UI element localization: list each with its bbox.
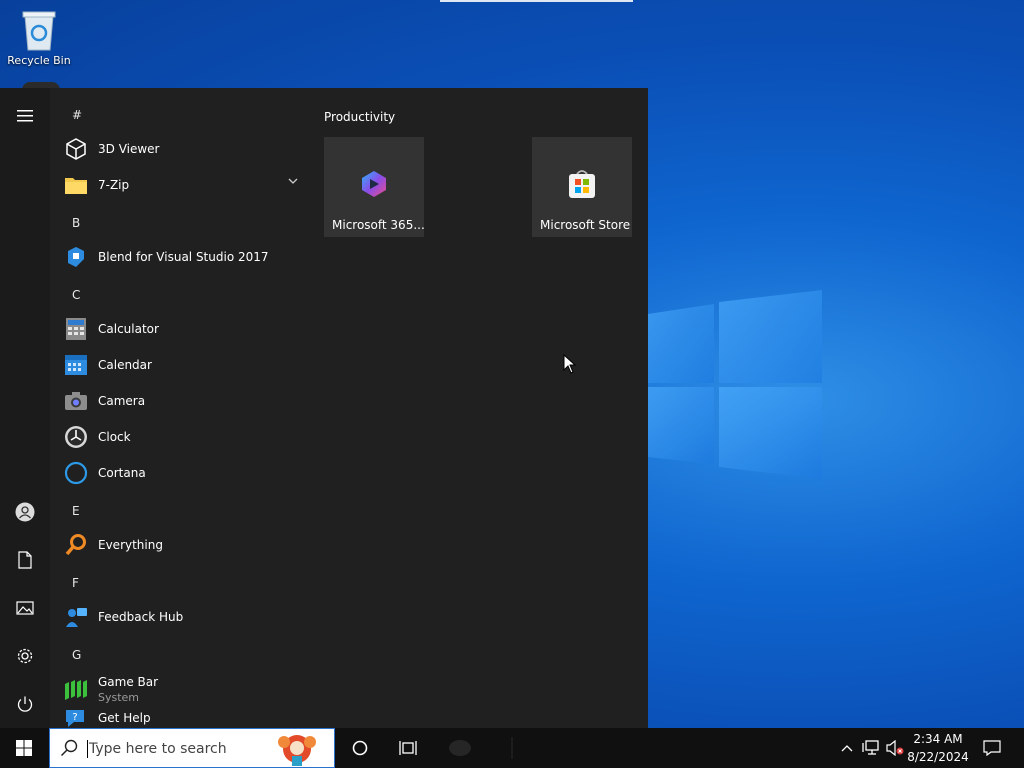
tile-microsoft-store[interactable]: Microsoft Store bbox=[532, 137, 632, 237]
app-calculator[interactable]: Calculator bbox=[60, 311, 310, 347]
hamburger-menu-icon bbox=[17, 110, 33, 122]
calculator-icon bbox=[62, 315, 90, 343]
tile-group-title: Productivity bbox=[324, 110, 396, 124]
settings-button[interactable] bbox=[0, 636, 50, 676]
app-cortana[interactable]: Cortana bbox=[60, 455, 310, 491]
pictures-icon bbox=[16, 601, 34, 615]
svg-text:?: ? bbox=[72, 712, 77, 723]
app-clock[interactable]: Clock bbox=[60, 419, 310, 455]
cortana-button[interactable] bbox=[336, 728, 384, 768]
section-header-f[interactable]: F bbox=[72, 576, 79, 590]
microsoft-365-icon bbox=[356, 166, 392, 202]
calendar-icon bbox=[62, 351, 90, 379]
pinned-app-button-2[interactable] bbox=[488, 728, 536, 768]
search-highlight-doodle-icon bbox=[278, 735, 316, 766]
app-calendar[interactable]: Calendar bbox=[60, 347, 310, 383]
action-center-button[interactable] bbox=[978, 728, 1006, 768]
chevron-down-icon[interactable] bbox=[288, 178, 298, 184]
app-7-zip[interactable]: 7-Zip bbox=[60, 167, 310, 203]
tiles-area: Productivity Microsoft 365... Microsoft … bbox=[324, 88, 644, 728]
start-button[interactable] bbox=[0, 728, 48, 768]
app-label: Cortana bbox=[98, 466, 146, 480]
network-icon bbox=[862, 740, 879, 755]
power-button[interactable] bbox=[0, 684, 50, 724]
window-edge-highlight bbox=[440, 0, 633, 2]
clock-time: 2:34 AM bbox=[913, 732, 963, 746]
user-account-icon bbox=[15, 502, 35, 522]
section-header-g[interactable]: G bbox=[72, 648, 81, 662]
cortana-icon bbox=[62, 459, 90, 487]
taskbar-search-box[interactable]: Type here to search bbox=[49, 728, 335, 768]
app-label: Feedback Hub bbox=[98, 610, 184, 624]
task-view-button[interactable] bbox=[384, 728, 432, 768]
task-view-icon bbox=[399, 741, 417, 755]
text-cursor bbox=[87, 740, 88, 758]
section-header-b[interactable]: B bbox=[72, 216, 80, 230]
notification-icon bbox=[983, 740, 1001, 756]
network-button[interactable] bbox=[860, 728, 882, 768]
section-header-c[interactable]: C bbox=[72, 288, 80, 302]
section-header-e[interactable]: E bbox=[72, 504, 80, 518]
pinned-app-icon-2 bbox=[511, 737, 513, 759]
camera-icon bbox=[62, 387, 90, 415]
game-bar-icon bbox=[62, 675, 90, 703]
search-icon bbox=[60, 739, 78, 757]
app-label: Calculator bbox=[98, 322, 159, 336]
start-windows-icon bbox=[16, 740, 32, 756]
pinned-app-icon bbox=[449, 740, 471, 756]
app-label: Camera bbox=[98, 394, 146, 408]
recycle-bin-desktop-icon[interactable]: Recycle Bin bbox=[4, 6, 74, 67]
feedback-hub-icon bbox=[62, 603, 90, 631]
app-feedback-hub[interactable]: Feedback Hub bbox=[60, 599, 310, 635]
app-label: Clock bbox=[98, 430, 131, 444]
expand-menu-button[interactable] bbox=[0, 96, 50, 136]
user-account-button[interactable] bbox=[0, 492, 50, 532]
app-list: # 3D Viewer 7-Zip B Blend for Visual Stu… bbox=[50, 88, 310, 728]
taskbar: Type here to search 2:34 AM 8/22/2024 bbox=[0, 728, 1024, 768]
documents-button[interactable] bbox=[0, 540, 50, 580]
clock-date: 8/22/2024 bbox=[907, 750, 969, 764]
app-label: Everything bbox=[98, 538, 163, 552]
settings-icon bbox=[17, 648, 33, 664]
start-menu: # 3D Viewer 7-Zip B Blend for Visual Stu… bbox=[0, 88, 648, 728]
app-label: 3D Viewer bbox=[98, 142, 160, 156]
app-label: 7-Zip bbox=[98, 178, 130, 192]
section-header-hash[interactable]: # bbox=[72, 108, 82, 122]
mouse-pointer-icon bbox=[563, 354, 577, 374]
documents-icon bbox=[18, 551, 32, 569]
search-placeholder: Type here to search bbox=[89, 741, 227, 757]
app-label: Calendar bbox=[98, 358, 152, 372]
power-icon bbox=[17, 696, 33, 712]
app-blend-for-visual-studio[interactable]: Blend for Visual Studio 2017 bbox=[60, 239, 310, 275]
app-label: Get Help bbox=[98, 711, 151, 725]
app-get-help[interactable]: ? Get Help bbox=[60, 700, 310, 728]
app-name: Game Bar bbox=[98, 674, 159, 689]
blend-icon bbox=[62, 243, 90, 271]
show-hidden-icons-button[interactable] bbox=[838, 728, 856, 768]
recycle-bin-icon bbox=[22, 11, 56, 51]
tile-label: Microsoft Store bbox=[540, 218, 631, 232]
folder-icon bbox=[62, 171, 90, 199]
tile-microsoft-365[interactable]: Microsoft 365... bbox=[324, 137, 425, 237]
app-3d-viewer[interactable]: 3D Viewer bbox=[60, 131, 310, 167]
pictures-button[interactable] bbox=[0, 588, 50, 628]
start-menu-rail bbox=[0, 88, 50, 728]
pinned-app-button[interactable] bbox=[436, 728, 484, 768]
app-everything[interactable]: Everything bbox=[60, 527, 310, 563]
get-help-icon: ? bbox=[62, 704, 90, 728]
magnifier-icon bbox=[62, 531, 90, 559]
clock-icon bbox=[62, 423, 90, 451]
microsoft-store-icon bbox=[564, 166, 600, 202]
chevron-up-icon bbox=[841, 745, 853, 752]
app-label: Blend for Visual Studio 2017 bbox=[98, 250, 269, 264]
tile-label: Microsoft 365... bbox=[332, 218, 425, 232]
cube-icon bbox=[62, 135, 90, 163]
cortana-circle-icon bbox=[352, 740, 368, 756]
app-camera[interactable]: Camera bbox=[60, 383, 310, 419]
recycle-bin-label: Recycle Bin bbox=[7, 54, 71, 67]
taskbar-clock[interactable]: 2:34 AM 8/22/2024 bbox=[902, 730, 974, 766]
